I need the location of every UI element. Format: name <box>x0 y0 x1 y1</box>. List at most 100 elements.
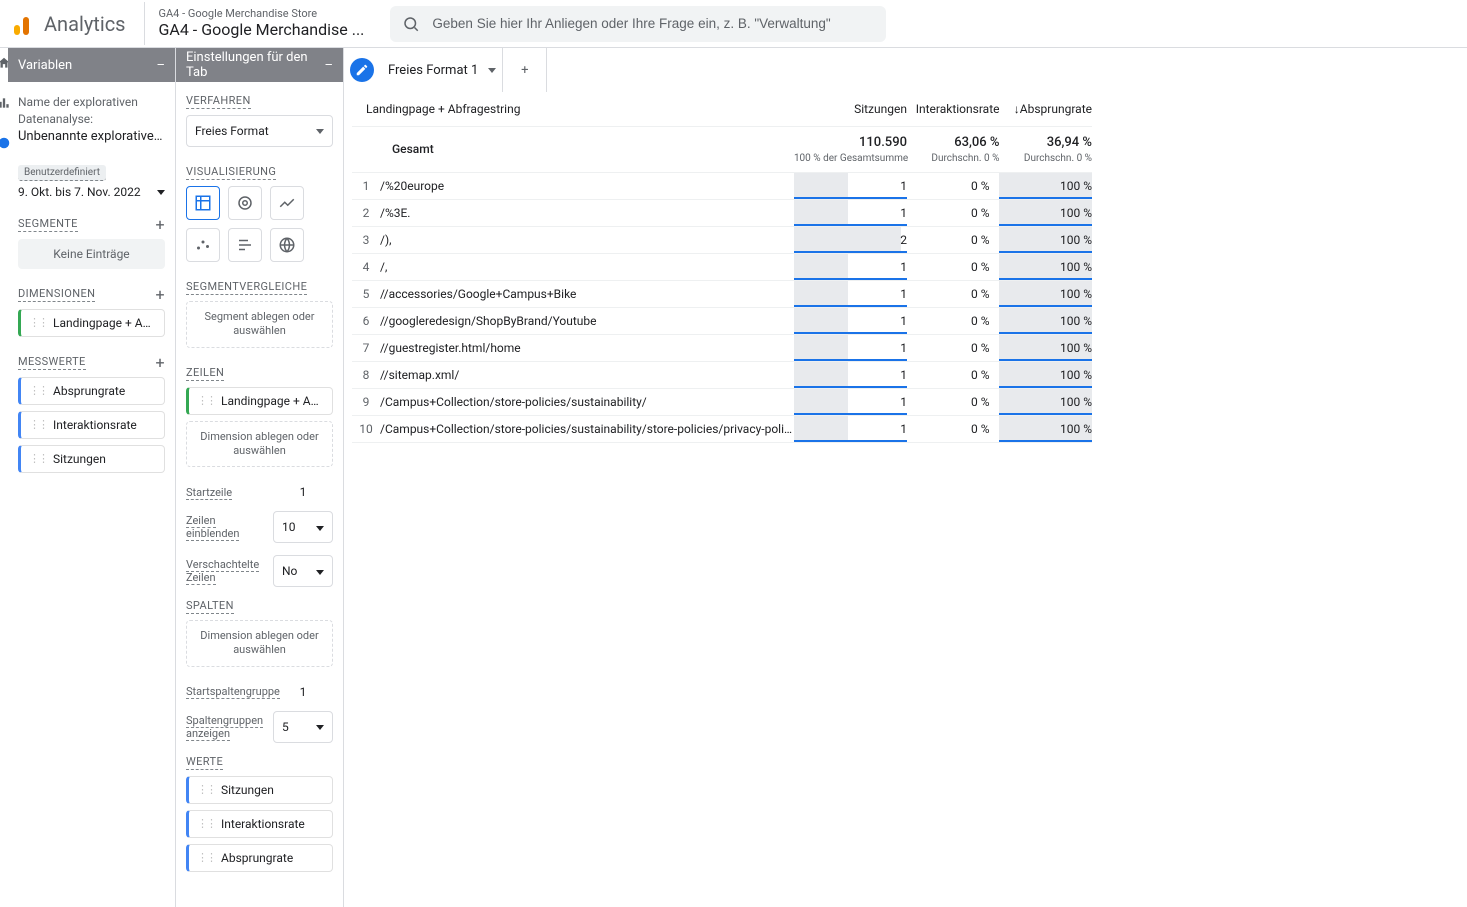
variables-panel: Variablen – Name der explorativen Datena… <box>8 48 176 907</box>
explore-tab[interactable]: Freies Format 1 <box>382 48 503 92</box>
row-engagement: 0 % <box>907 254 1000 281</box>
header-dimension[interactable]: Landingpage + Abfragestring <box>352 92 794 126</box>
header-engagement[interactable]: Interaktionsrate <box>907 92 1000 126</box>
row-engagement: 0 % <box>907 335 1000 362</box>
row-dimension-cell: 6//googleredesign/ShopByBrand/Youtube <box>352 308 794 335</box>
metric-chip[interactable]: ⋮⋮Sitzungen <box>18 445 165 473</box>
table-row[interactable]: 8//sitemap.xml/10 %100 % <box>352 362 1092 389</box>
nav-rail <box>0 48 8 907</box>
metric-chip[interactable]: ⋮⋮Interaktionsrate <box>18 411 165 439</box>
chevron-down-icon <box>312 520 324 534</box>
search-icon <box>402 15 420 33</box>
row-bounce: 100 % <box>999 227 1092 254</box>
row-bounce: 100 % <box>999 254 1092 281</box>
showrows-label: Zeilen einblenden <box>186 514 239 541</box>
row-dimension: /Campus+Collection/store-policies/sustai… <box>380 422 794 436</box>
row-engagement: 0 % <box>907 281 1000 308</box>
row-sessions: 1 <box>794 389 907 416</box>
add-metric-button[interactable]: + <box>156 355 165 371</box>
add-tab-button[interactable]: + <box>503 48 547 92</box>
row-engagement: 0 % <box>907 308 1000 335</box>
row-bounce: 100 % <box>999 335 1092 362</box>
segment-dropzone[interactable]: Segment ablegen oder auswählen <box>186 301 333 348</box>
row-bounce: 100 % <box>999 308 1092 335</box>
variables-panel-header: Variablen – <box>8 48 175 82</box>
dimension-chip[interactable]: ⋮⋮ Landingpage + Abfr... <box>18 309 165 337</box>
row-sessions: 1 <box>794 200 907 227</box>
table-row[interactable]: 5//accessories/Google+Campus+Bike10 %100… <box>352 281 1092 308</box>
cols-label: SPALTEN <box>186 599 234 614</box>
viz-donut-icon[interactable] <box>228 186 262 220</box>
summary-engagement: 63,06 % Durchschn. 0 % <box>907 126 1000 172</box>
search-bar[interactable] <box>390 6 886 42</box>
viz-line-icon[interactable] <box>270 186 304 220</box>
rows-dropzone[interactable]: Dimension ablegen oder auswählen <box>186 421 333 468</box>
row-dimension: /%20europe <box>380 179 794 193</box>
startcolg-value[interactable]: 1 <box>273 685 333 699</box>
row-dimension: /), <box>380 233 794 247</box>
showrows-select[interactable]: 10 <box>273 511 333 543</box>
row-dimension: //accessories/Google+Campus+Bike <box>380 287 794 301</box>
row-dimension-cell: 2/%3E. <box>352 200 794 227</box>
drag-handle-icon: ⋮⋮ <box>29 418 47 431</box>
search-input[interactable] <box>430 15 874 32</box>
header-sessions[interactable]: Sitzungen <box>794 92 907 126</box>
collapse-icon[interactable]: – <box>156 58 165 73</box>
row-dimension-cell: 4/, <box>352 254 794 281</box>
cols-dropzone[interactable]: Dimension ablegen oder auswählen <box>186 620 333 667</box>
drag-handle-icon: ⋮⋮ <box>29 452 47 465</box>
row-sessions: 1 <box>794 308 907 335</box>
row-index: 3 <box>352 233 380 247</box>
table-row[interactable]: 2/%3E.10 %100 % <box>352 200 1092 227</box>
row-index: 6 <box>352 314 380 328</box>
startrow-value[interactable]: 1 <box>273 485 333 499</box>
property-path: GA4 - Google Merchandise Store <box>159 8 365 21</box>
row-dimension-cell: 7//guestregister.html/home <box>352 335 794 362</box>
date-range-picker[interactable]: Benutzerdefiniert 9. Okt. bis 7. Nov. 20… <box>18 164 165 199</box>
table-row[interactable]: 9/Campus+Collection/store-policies/susta… <box>352 389 1092 416</box>
nested-select[interactable]: No <box>273 555 333 587</box>
top-bar: Analytics GA4 - Google Merchandise Store… <box>0 0 1467 48</box>
add-segment-button[interactable]: + <box>156 217 165 233</box>
table-row[interactable]: 4/,10 %100 % <box>352 254 1092 281</box>
value-chip[interactable]: ⋮⋮Sitzungen <box>186 776 333 804</box>
row-dimension-cell: 1/%20europe <box>352 173 794 200</box>
colg-show-select[interactable]: 5 <box>273 711 333 743</box>
viz-table-icon[interactable] <box>186 186 220 220</box>
table-row[interactable]: 6//googleredesign/ShopByBrand/Youtube10 … <box>352 308 1092 335</box>
drag-handle-icon: ⋮⋮ <box>197 817 215 830</box>
value-chip[interactable]: ⋮⋮Interaktionsrate <box>186 810 333 838</box>
table-row[interactable]: 10/Campus+Collection/store-policies/sust… <box>352 416 1092 443</box>
table-row[interactable]: 3/),20 %100 % <box>352 227 1092 254</box>
drag-handle-icon: ⋮⋮ <box>197 394 215 407</box>
startcolg-label: Startspaltengruppe <box>186 685 280 699</box>
exploration-name[interactable]: Name der explorativen Datenanalyse: Unbe… <box>18 94 165 146</box>
viz-bar-icon[interactable] <box>228 228 262 262</box>
row-sessions: 1 <box>794 254 907 281</box>
brand-lockup[interactable]: Analytics <box>0 12 144 36</box>
summary-sessions: 110.590 100 % der Gesamtsumme <box>794 126 907 172</box>
segments-empty: Keine Einträge <box>18 239 165 269</box>
edit-tab-icon[interactable] <box>350 58 374 82</box>
viz-scatter-icon[interactable] <box>186 228 220 262</box>
collapse-icon[interactable]: – <box>324 58 333 73</box>
viz-geo-icon[interactable] <box>270 228 304 262</box>
chevron-down-icon <box>153 185 165 199</box>
add-dimension-button[interactable]: + <box>156 287 165 303</box>
property-selector[interactable]: GA4 - Google Merchandise Store GA4 - Goo… <box>144 2 379 45</box>
value-chip[interactable]: ⋮⋮Absprungrate <box>186 844 333 872</box>
row-bounce: 100 % <box>999 172 1092 200</box>
technique-select[interactable]: Freies Format <box>186 115 333 147</box>
row-bounce: 100 % <box>999 281 1092 308</box>
search-wrap <box>378 6 898 42</box>
metric-chip[interactable]: ⋮⋮Absprungrate <box>18 377 165 405</box>
table-row[interactable]: 1/%20europe10 %100 % <box>352 172 1092 200</box>
drag-handle-icon: ⋮⋮ <box>197 783 215 796</box>
row-engagement: 0 % <box>907 416 1000 443</box>
rows-chip[interactable]: ⋮⋮Landingpage + Abfr... <box>186 387 333 415</box>
row-index: 8 <box>352 368 380 382</box>
tab-settings-header: Einstellungen für den Tab – <box>176 48 343 82</box>
header-bounce[interactable]: ↓Absprungrate <box>999 92 1092 126</box>
row-engagement: 0 % <box>907 200 1000 227</box>
table-row[interactable]: 7//guestregister.html/home10 %100 % <box>352 335 1092 362</box>
